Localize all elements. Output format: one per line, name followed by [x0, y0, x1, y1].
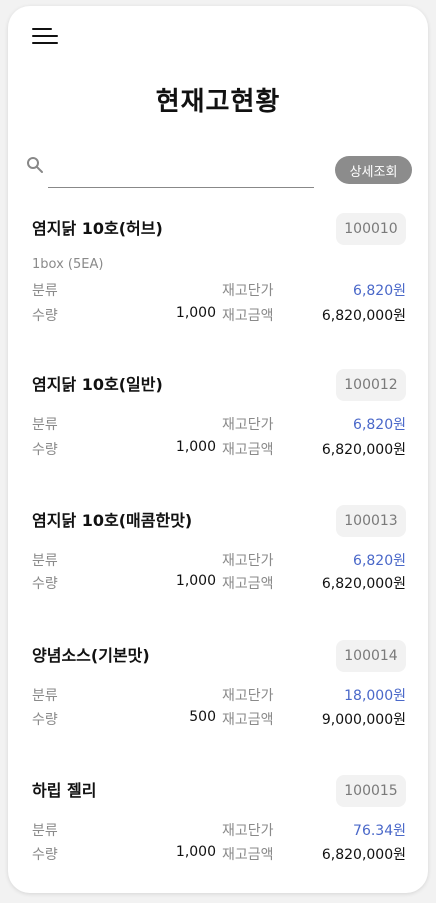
item-row-quantity: 수량 1,000 재고금액 6,820,000원 — [32, 844, 406, 864]
amount-label: 재고금액 — [222, 442, 274, 458]
quantity-label: 수량 — [32, 308, 58, 324]
amount-label: 재고금액 — [222, 576, 274, 592]
category-label: 분류 — [32, 283, 58, 299]
unit-price-label: 재고단가 — [222, 283, 274, 299]
inventory-card[interactable]: 염지닭 10호(허브) 100010 1box (5EA) 분류 재고단가 6,… — [32, 213, 406, 333]
item-code-badge: 100013 — [336, 505, 406, 537]
unit-price-label: 재고단가 — [222, 688, 274, 704]
inventory-card[interactable]: 염지닭 10호(일반) 100012 분류 재고단가 6,820원 수량 1,0… — [32, 369, 406, 489]
category-label: 분류 — [32, 688, 58, 704]
amount-value: 6,820,000원 — [321, 847, 406, 863]
item-row-category: 분류 재고단가 18,000원 — [32, 685, 406, 705]
item-code-badge: 100012 — [336, 369, 406, 401]
detail-search-button[interactable]: 상세조회 — [335, 156, 412, 184]
amount-value: 6,820,000원 — [321, 308, 406, 324]
inventory-card[interactable]: 양념소스(기본맛) 100014 분류 재고단가 18,000원 수량 500 … — [32, 640, 406, 760]
item-row-quantity: 수량 1,000 재고금액 6,820,000원 — [32, 305, 406, 325]
unit-price-label: 재고단가 — [222, 417, 274, 433]
item-row-category: 분류 재고단가 6,820원 — [32, 280, 406, 300]
quantity-value: 1,000 — [175, 844, 216, 860]
search-input[interactable] — [48, 160, 314, 188]
item-spec: 1box (5EA) — [32, 257, 104, 272]
amount-value: 6,820,000원 — [321, 576, 406, 592]
hamburger-menu-icon[interactable] — [32, 26, 60, 46]
item-row-category: 분류 재고단가 6,820원 — [32, 414, 406, 434]
quantity-label: 수량 — [32, 576, 58, 592]
item-row-quantity: 수량 500 재고금액 9,000,000원 — [32, 709, 406, 729]
inventory-card[interactable]: 염지닭 10호(매콤한맛) 100013 분류 재고단가 6,820원 수량 1… — [32, 505, 406, 625]
app-frame: 현재고현황 상세조회 염지닭 10호(허브) 100010 1box (5EA)… — [8, 6, 428, 893]
unit-price-value: 76.34원 — [353, 823, 406, 839]
quantity-label: 수량 — [32, 847, 58, 863]
item-row-quantity: 수량 1,000 재고금액 6,820,000원 — [32, 439, 406, 459]
item-name: 양념소스(기본맛) — [32, 646, 150, 665]
item-name: 염지닭 10호(일반) — [32, 375, 163, 394]
unit-price-value: 6,820원 — [353, 283, 406, 299]
unit-price-value: 18,000원 — [344, 688, 406, 704]
item-code-badge: 100014 — [336, 640, 406, 672]
category-label: 분류 — [32, 417, 58, 433]
amount-label: 재고금액 — [222, 712, 274, 728]
item-name: 염지닭 10호(매콤한맛) — [32, 511, 193, 530]
amount-label: 재고금액 — [222, 308, 274, 324]
item-row-category: 분류 재고단가 6,820원 — [32, 550, 406, 570]
item-code-badge: 100010 — [336, 213, 406, 245]
quantity-label: 수량 — [32, 712, 58, 728]
unit-price-value: 6,820원 — [353, 553, 406, 569]
quantity-value: 500 — [189, 709, 216, 725]
amount-value: 9,000,000원 — [321, 712, 406, 728]
amount-value: 6,820,000원 — [321, 442, 406, 458]
item-name: 하립 젤리 — [32, 781, 97, 800]
amount-label: 재고금액 — [222, 847, 274, 863]
page-title: 현재고현황 — [155, 87, 281, 117]
item-name: 염지닭 10호(허브) — [32, 219, 163, 238]
category-label: 분류 — [32, 553, 58, 569]
search-icon[interactable] — [26, 156, 44, 174]
unit-price-label: 재고단가 — [222, 553, 274, 569]
item-row-quantity: 수량 1,000 재고금액 6,820,000원 — [32, 573, 406, 593]
quantity-label: 수량 — [32, 442, 58, 458]
unit-price-value: 6,820원 — [353, 417, 406, 433]
quantity-value: 1,000 — [175, 439, 216, 455]
quantity-value: 1,000 — [175, 573, 216, 589]
inventory-card[interactable]: 하립 젤리 100015 분류 재고단가 76.34원 수량 1,000 재고금… — [32, 775, 406, 893]
item-code-badge: 100015 — [336, 775, 406, 807]
category-label: 분류 — [32, 823, 58, 839]
unit-price-label: 재고단가 — [222, 823, 274, 839]
quantity-value: 1,000 — [175, 305, 216, 321]
item-row-category: 분류 재고단가 76.34원 — [32, 820, 406, 840]
